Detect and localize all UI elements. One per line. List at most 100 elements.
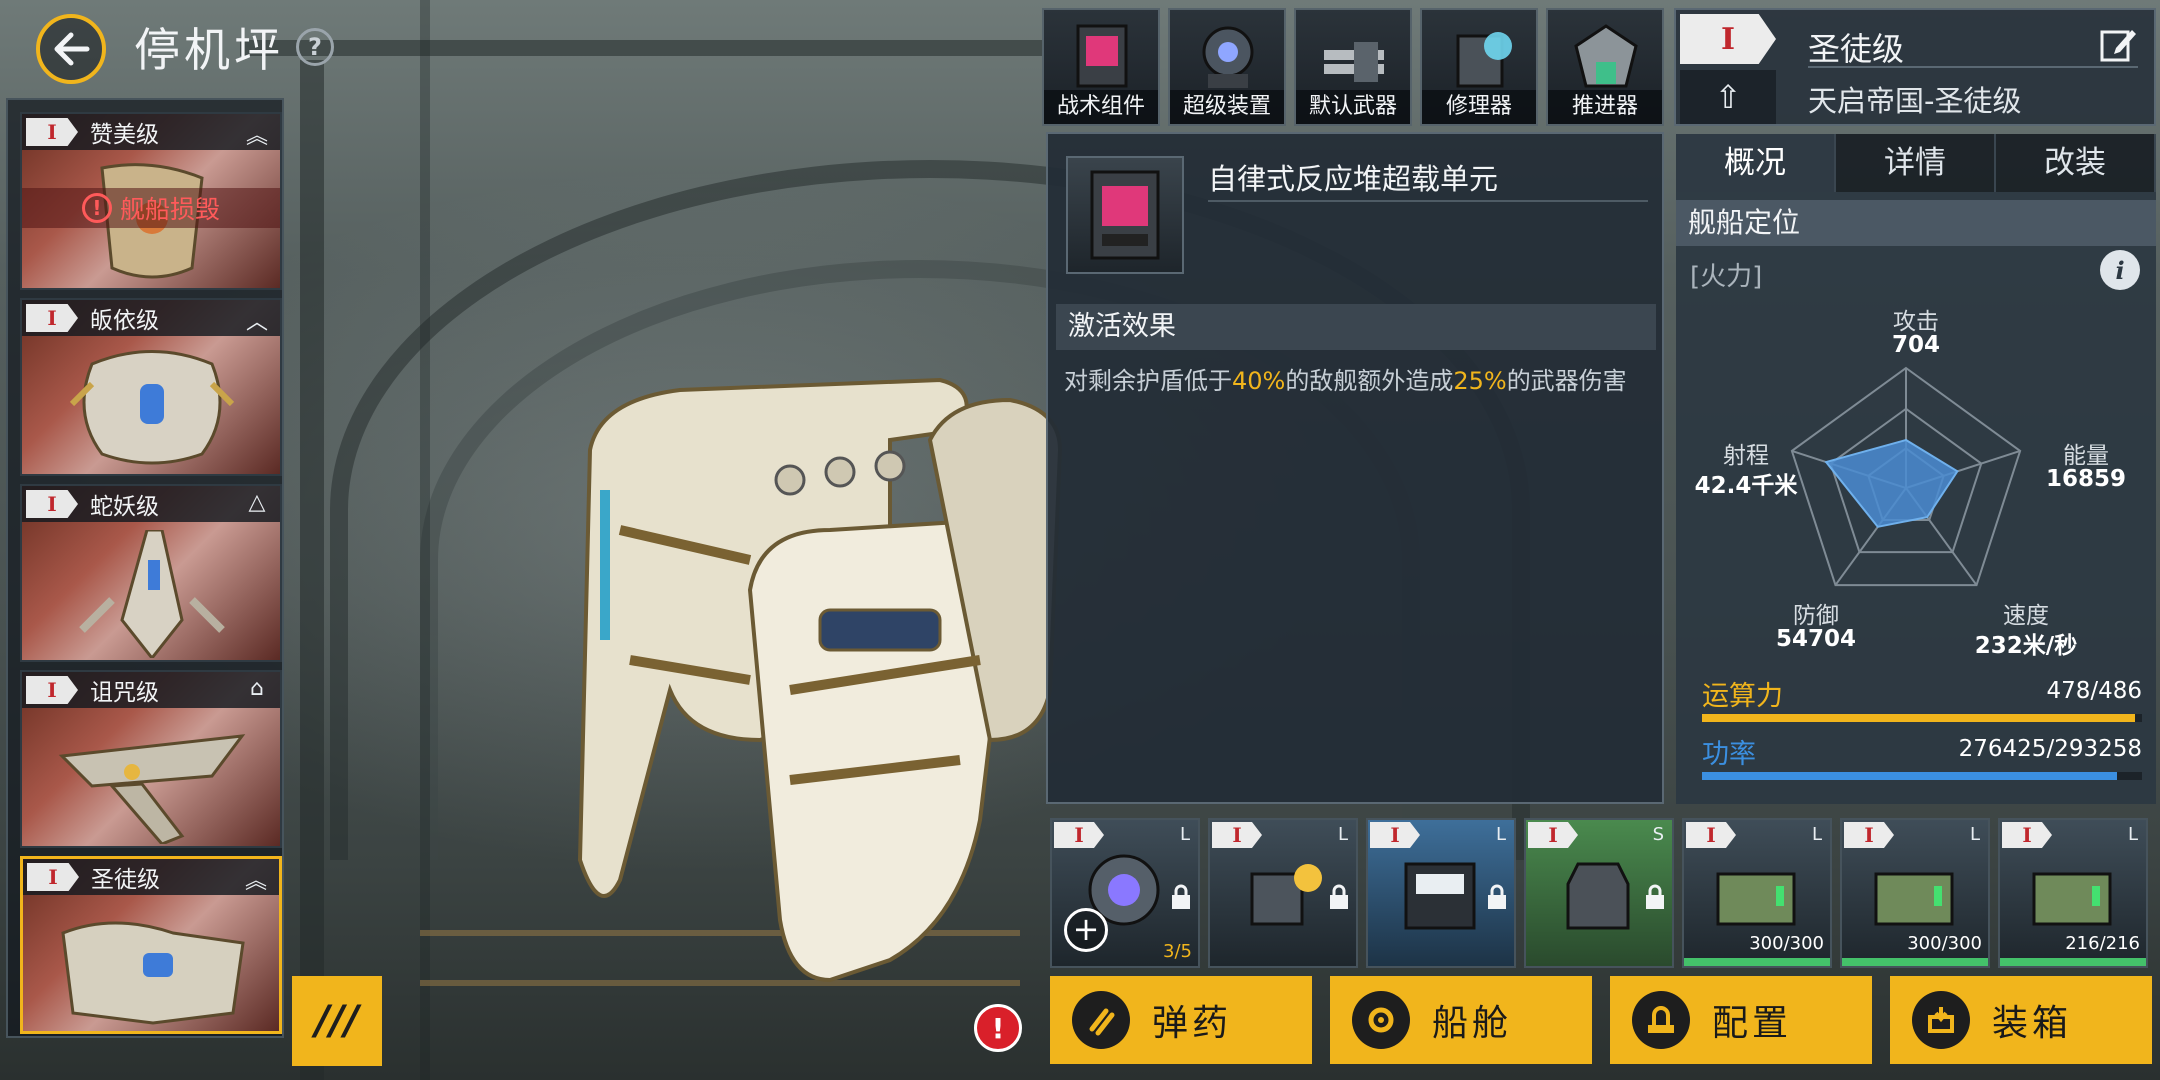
tier-badge: I [1844, 822, 1894, 848]
tab-thruster[interactable]: 推进器 [1546, 8, 1664, 126]
tab-tactical-component[interactable]: 战术组件 [1042, 8, 1160, 126]
page-title: 停机坪 [134, 23, 284, 77]
crate-icon [1912, 991, 1970, 1049]
lock-icon[interactable] [1328, 884, 1350, 910]
tab-overview[interactable]: 概况 [1676, 134, 1836, 192]
tab-default-weapon[interactable]: 默认武器 [1294, 8, 1412, 126]
lock-icon[interactable] [1170, 884, 1192, 910]
ship-name: 圣徒级 [1808, 30, 1905, 68]
slot-module[interactable]: I L [1366, 818, 1516, 968]
effect-highlight: 40% [1232, 367, 1286, 395]
slot-size: L [1495, 824, 1506, 845]
slot-size: S [1652, 824, 1664, 845]
card-header: I 诅咒级 ⌂ [22, 672, 280, 708]
lock-icon[interactable] [1644, 884, 1666, 910]
ship-thumbnail [79, 530, 225, 658]
effect-header: 激活效果 [1056, 304, 1656, 350]
info-tabs: 概况 详情 改装 [1676, 134, 2156, 192]
effect-description: 对剩余护盾低于40%的敌舰额外造成25%的武器伤害 [1064, 360, 1654, 402]
stat-value-speed: 232米/秒 [1974, 633, 2078, 659]
stats-panel: 舰船定位 [火力] i 攻击 704 能量 16859 速度 232米/秒 防御… [1676, 192, 2156, 804]
tab-super-device[interactable]: 超级装置 [1168, 8, 1286, 126]
slot-armor-3[interactable]: I L 216/216 [1998, 818, 2148, 968]
action-bar: 弹药 船舱 配置 装箱 [1050, 976, 2152, 1064]
bar-value: 276425/293258 [1958, 736, 2142, 762]
upgrade-icon[interactable]: ⇧ [1680, 70, 1776, 124]
crate-button[interactable]: 装箱 [1890, 976, 2152, 1064]
edit-icon[interactable] [2098, 24, 2138, 64]
bar-track [1702, 772, 2142, 780]
stat-value-range: 42.4千米 [1694, 473, 1798, 499]
add-icon[interactable]: + [1064, 908, 1108, 952]
ship-name: 赞美级 [90, 122, 159, 148]
effect-text-part: 对剩余护盾低于 [1064, 367, 1232, 395]
slot-item-icon [1250, 864, 1322, 926]
tactical-component-icon [1076, 24, 1128, 88]
slot-count: 300/300 [1907, 933, 1982, 954]
tab-repairer[interactable]: 修理器 [1420, 8, 1538, 126]
slot-size: L [1811, 824, 1822, 845]
back-button[interactable] [36, 14, 106, 84]
stripes-icon: /// [315, 998, 359, 1044]
slot-hp-bar [1842, 958, 1988, 966]
reactor-module-icon [1090, 170, 1160, 260]
card-header: I 圣徒级 ︽ [23, 859, 279, 895]
double-chevron-up-icon[interactable]: ︽ [242, 118, 272, 149]
slot-small[interactable]: I S [1524, 818, 1674, 968]
ship-name: 诅咒级 [90, 680, 159, 706]
divider [1808, 66, 2138, 68]
chevron-up-icon[interactable]: ︿ [242, 304, 272, 335]
config-icon [1632, 991, 1690, 1049]
slot-item-icon [1566, 862, 1630, 930]
cabin-button[interactable]: 船舱 [1330, 976, 1592, 1064]
position-header: 舰船定位 [1676, 200, 2156, 246]
ship-card-zanmei[interactable]: I 赞美级 ︽ ! 舰船损毁 [20, 112, 282, 290]
help-icon[interactable]: ? [296, 28, 334, 66]
stat-label-attack: 攻击 [1893, 309, 1939, 335]
effect-highlight: 25% [1453, 367, 1507, 395]
slot-size: L [1179, 824, 1190, 845]
module-thumbnail [1066, 156, 1184, 274]
slot-item-icon [1404, 862, 1476, 930]
tab-refit[interactable]: 改装 [1996, 134, 2156, 192]
ship-card-zuzhou[interactable]: I 诅咒级 ⌂ [20, 670, 282, 848]
module-name: 自律式反应堆超载单元 [1208, 162, 1499, 196]
slot-armor-2[interactable]: I L 300/300 [1840, 818, 1990, 968]
tier-badge: I [1370, 822, 1420, 848]
tier-badge: I [1054, 822, 1104, 848]
bar-fill [1702, 714, 2135, 722]
slot-super-device[interactable]: I L + 3/5 [1050, 818, 1200, 968]
ammo-button[interactable]: 弹药 [1050, 976, 1312, 1064]
tab-label: 修理器 [1422, 90, 1536, 124]
slot-size: L [1337, 824, 1348, 845]
ship-card-shengtu[interactable]: I 圣徒级 ︽ [20, 856, 282, 1034]
home-up-icon[interactable]: ⌂ [242, 676, 272, 704]
action-label: 配置 [1712, 1003, 1793, 1044]
repairer-icon [1456, 32, 1512, 88]
ship-name: 皈依级 [90, 308, 159, 334]
lock-icon[interactable] [1486, 884, 1508, 910]
slot-size: L [2127, 824, 2138, 845]
arrow-left-icon [54, 32, 90, 66]
bar-value: 478/486 [2046, 678, 2142, 704]
slot-weapon[interactable]: I L [1208, 818, 1358, 968]
info-icon[interactable]: i [2100, 250, 2140, 290]
triangle-up-icon[interactable]: △ [242, 490, 272, 518]
tier-badge: I [1528, 822, 1578, 848]
ship-card-sheyao[interactable]: I 蛇妖级 △ [20, 484, 282, 662]
tier-badge: I [26, 304, 78, 332]
card-header: I 赞美级 ︽ [22, 114, 280, 150]
stat-label-speed: 速度 [2003, 603, 2049, 629]
tab-details[interactable]: 详情 [1836, 134, 1996, 192]
ship-model[interactable] [560, 360, 1080, 1000]
slot-armor-1[interactable]: I L 300/300 [1682, 818, 1832, 968]
warning-icon[interactable]: ! [974, 1004, 1022, 1052]
double-chevron-up-icon[interactable]: ︽ [241, 863, 271, 894]
ship-card-guiyi[interactable]: I 皈依级 ︿ [20, 298, 282, 476]
config-button[interactable]: 配置 [1610, 976, 1872, 1064]
menu-button[interactable]: /// [292, 976, 382, 1066]
stat-label-energy: 能量 [2063, 443, 2109, 469]
tier-badge: I [27, 863, 79, 891]
slot-hp-bar [1684, 958, 1830, 966]
ship-thumbnail [69, 350, 235, 465]
